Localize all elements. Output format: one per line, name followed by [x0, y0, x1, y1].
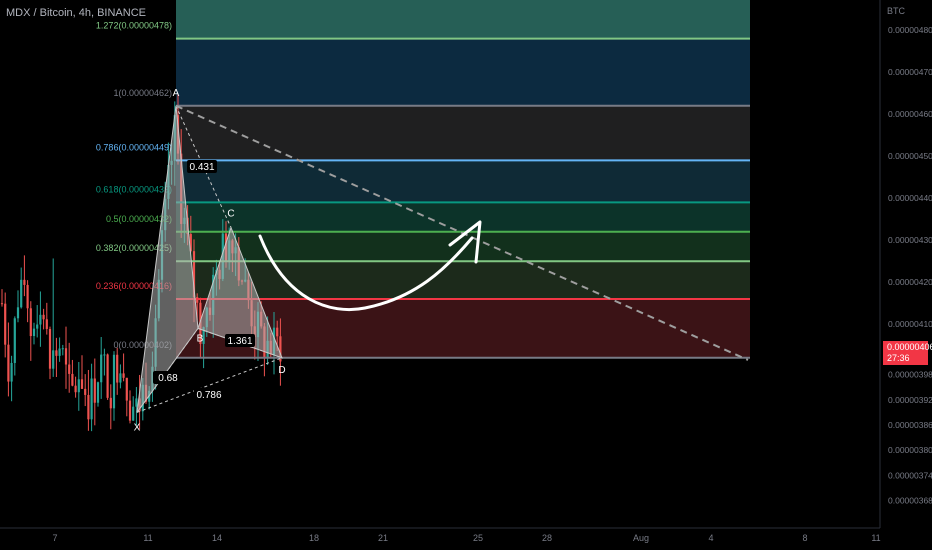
y-tick-label: 0.00000380 [888, 445, 932, 455]
candle-body [122, 373, 125, 378]
y-tick-label: 0.00000420 [888, 277, 932, 287]
candle-body [109, 397, 112, 409]
candle-body [61, 348, 64, 350]
x-tick-label: 25 [473, 533, 483, 543]
pattern-ratio: 1.361 [227, 336, 252, 347]
candle-body [48, 328, 52, 369]
y-tick-label: 0.00000410 [888, 319, 932, 329]
candle-body [55, 350, 58, 356]
bar-countdown: 27:36 [887, 353, 910, 363]
candle-body [276, 327, 279, 337]
candle-body [106, 354, 109, 398]
candle-body [80, 379, 84, 389]
fib-label: 0.618(0.00000439) [96, 184, 172, 194]
fib-zone [176, 160, 750, 203]
candle-body [39, 314, 42, 325]
y-tick-label: 0.00000368 [888, 496, 932, 506]
candle-body [112, 354, 116, 409]
candle-body [0, 303, 4, 305]
y-tick-label: 0.00000450 [888, 151, 932, 161]
candle-body [68, 364, 71, 374]
candle-body [87, 394, 90, 420]
y-tick-label: 0.00000386 [888, 420, 932, 430]
chart-canvas[interactable]: 0(0.00000402)0.236(0.00000416)0.382(0.00… [0, 0, 932, 550]
y-tick-label: 0.00000374 [888, 470, 932, 480]
candle-body [52, 350, 55, 369]
y-tick-label: 0.00000398 [888, 370, 932, 380]
candle-body [132, 406, 135, 421]
candle-body [29, 308, 32, 337]
point-label-x: X [134, 422, 141, 433]
candle-body [23, 279, 26, 285]
y-tick-label: 0.00000392 [888, 395, 932, 405]
x-tick-label: 4 [708, 533, 713, 543]
candle-body [116, 354, 119, 383]
candle-body [125, 377, 128, 401]
y-tick-label: 0.00000470 [888, 67, 932, 77]
x-tick-label: 28 [542, 533, 552, 543]
y-tick-label: 0.00000460 [888, 109, 932, 119]
candle-body [4, 303, 7, 345]
x-tick-label: 8 [802, 533, 807, 543]
fib-zone-top [176, 0, 750, 39]
last-price-tag: 0.00000406 27:36 [883, 341, 932, 365]
candle-body [96, 382, 100, 403]
candle-body [64, 348, 68, 365]
x-tick-label: 11 [871, 533, 880, 543]
candle-body [119, 373, 122, 383]
candle-body [10, 362, 13, 382]
x-tick-label: Aug [633, 533, 649, 543]
candle-body [45, 319, 48, 329]
candle-body [77, 379, 80, 393]
fib-zone [176, 261, 750, 299]
candle-body [93, 378, 96, 403]
candle-body [90, 378, 93, 420]
candle-body [103, 354, 106, 356]
y-tick-label: 0.00000480 [888, 25, 932, 35]
candle-body [32, 328, 36, 337]
candle-body [74, 385, 77, 393]
candle-body [58, 348, 61, 356]
x-tick-label: 11 [143, 533, 152, 543]
x-tick-label: 18 [309, 533, 319, 543]
candle-body [13, 318, 16, 363]
candle-body [7, 344, 10, 382]
last-price: 0.00000406 [887, 342, 932, 352]
pattern-ratio: 0.68 [158, 373, 178, 384]
fib-zone [176, 105, 750, 161]
candle-body [26, 284, 29, 309]
candle-body [135, 398, 138, 407]
candle-body [100, 354, 103, 383]
fib-zone [176, 202, 750, 232]
fib-label: 1.272(0.00000478) [96, 21, 172, 31]
fib-label: 1(0.00000462) [113, 88, 172, 98]
candle-body [84, 388, 87, 395]
x-tick-label: 14 [212, 533, 222, 543]
y-tick-label: 0.00000440 [888, 193, 932, 203]
point-label-a: A [173, 88, 180, 99]
pattern-ratio: 0.431 [189, 162, 214, 173]
x-tick-label: 7 [52, 533, 57, 543]
pattern-ratio: 0.786 [196, 390, 221, 401]
point-label-d: D [278, 365, 285, 376]
candle-body [36, 324, 39, 329]
candle-body [71, 373, 74, 386]
candle-body [128, 400, 132, 421]
point-label-b: B [197, 333, 204, 344]
x-tick-label: 21 [378, 533, 388, 543]
candle-body [16, 307, 20, 319]
candle-body [20, 279, 23, 308]
y-tick-label: 0.00000430 [888, 235, 932, 245]
fib-zone [176, 38, 750, 106]
fib-label: 0.786(0.00000449) [96, 142, 172, 152]
candle-body [42, 314, 45, 320]
point-label-c: C [227, 209, 234, 220]
